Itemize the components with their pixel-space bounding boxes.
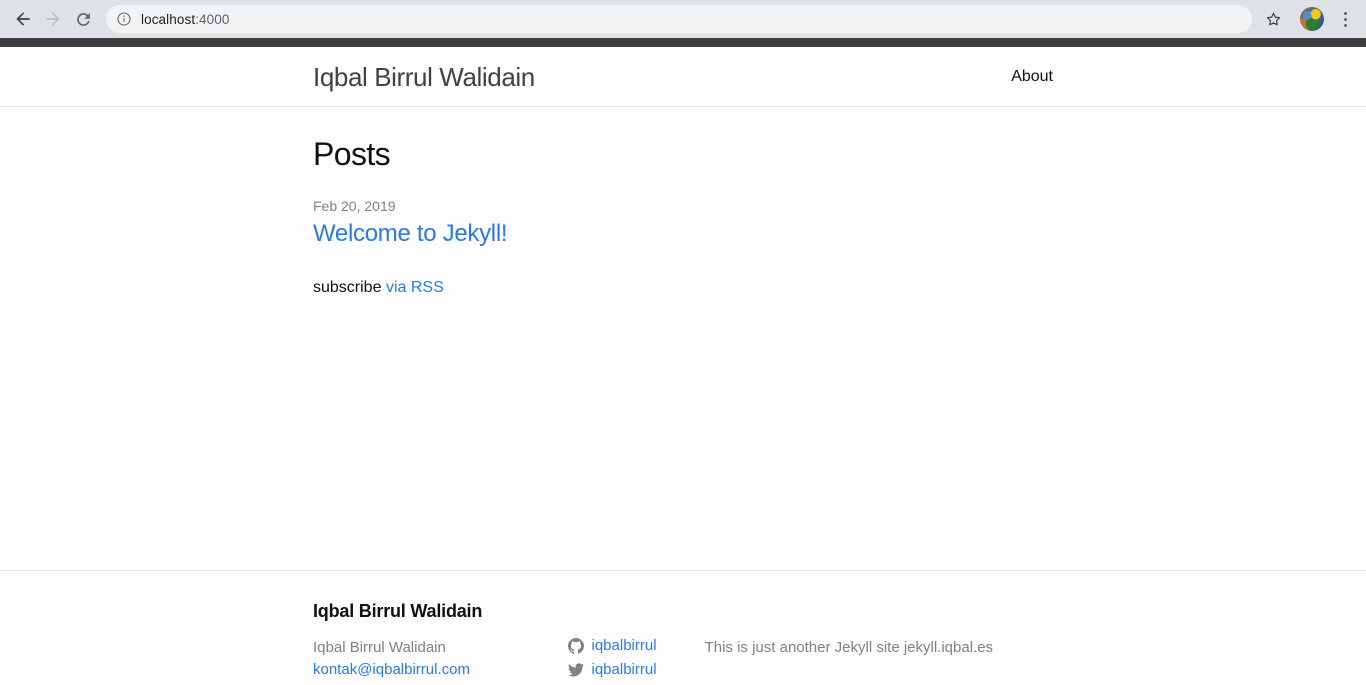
footer-heading: Iqbal Birrul Walidain [313,601,1053,622]
site-title-link[interactable]: Iqbal Birrul Walidain [313,64,535,90]
back-button[interactable] [8,4,38,34]
url-host: localhost [141,12,195,27]
post-date: Feb 20, 2019 [313,198,1053,214]
social-link-github[interactable]: iqbalbirrul [568,637,690,654]
contact-author: Iqbal Birrul Walidain [313,637,553,659]
site-header: Iqbal Birrul Walidain About [0,47,1366,107]
post-list: Feb 20, 2019 Welcome to Jekyll! [313,198,1053,249]
rss-subscribe: subscribe via RSS [313,279,1053,297]
subscribe-label: subscribe [313,279,381,296]
url-port: :4000 [195,12,229,27]
address-bar-text: localhost:4000 [141,12,229,27]
list-item: iqbalbirrul [568,661,690,678]
contact-list: Iqbal Birrul Walidain kontak@iqbalbirrul… [313,637,553,681]
twitter-icon [568,662,584,678]
forward-button[interactable] [38,4,68,34]
site-nav: About [1011,69,1053,85]
menu-dot [1344,18,1347,21]
footer-columns: Iqbal Birrul Walidain kontak@iqbalbirrul… [313,637,1053,685]
list-item: kontak@iqbalbirrul.com [313,659,553,681]
nav-link-about[interactable]: About [1011,69,1053,85]
main-content: Posts Feb 20, 2019 Welcome to Jekyll! su… [0,107,1366,570]
contact-email-link[interactable]: kontak@iqbalbirrul.com [313,661,470,678]
social-link-twitter[interactable]: iqbalbirrul [568,661,690,678]
social-handle-github: iqbalbirrul [592,637,657,654]
reload-button[interactable] [68,4,98,34]
site-description: This is just another Jekyll site jekyll.… [705,637,1038,659]
web-page: Iqbal Birrul Walidain About Posts Feb 20… [0,47,1366,685]
list-item: Feb 20, 2019 Welcome to Jekyll! [313,198,1053,249]
three-dot-menu-icon[interactable] [1332,4,1358,34]
toolbar-divider-bar [0,38,1366,47]
reload-icon [74,10,93,29]
toolbar-right-controls [1258,4,1358,34]
post-title-link[interactable]: Welcome to Jekyll! [313,220,1053,249]
profile-avatar[interactable] [1300,7,1324,31]
site-footer: Iqbal Birrul Walidain Iqbal Birrul Walid… [0,570,1366,685]
rss-link[interactable]: via RSS [386,279,444,296]
social-list: iqbalbirrul iqbalbirrul [568,637,690,678]
menu-dot [1344,24,1347,27]
social-handle-twitter: iqbalbirrul [592,661,657,678]
forward-arrow-icon [43,9,63,29]
footer-contact-column: Iqbal Birrul Walidain kontak@iqbalbirrul… [313,637,568,681]
browser-toolbar: localhost:4000 [0,0,1366,38]
star-icon [1264,10,1283,29]
info-circle-icon[interactable] [116,11,132,27]
github-icon [568,638,584,654]
back-arrow-icon [13,9,33,29]
page-title: Posts [313,137,1053,172]
footer-social-column: iqbalbirrul iqbalbirrul [568,637,705,685]
footer-description-column: This is just another Jekyll site jekyll.… [705,637,1053,659]
menu-dot [1344,12,1347,15]
bookmark-star-button[interactable] [1258,4,1288,34]
address-bar[interactable]: localhost:4000 [106,5,1252,33]
list-item: iqbalbirrul [568,637,690,654]
